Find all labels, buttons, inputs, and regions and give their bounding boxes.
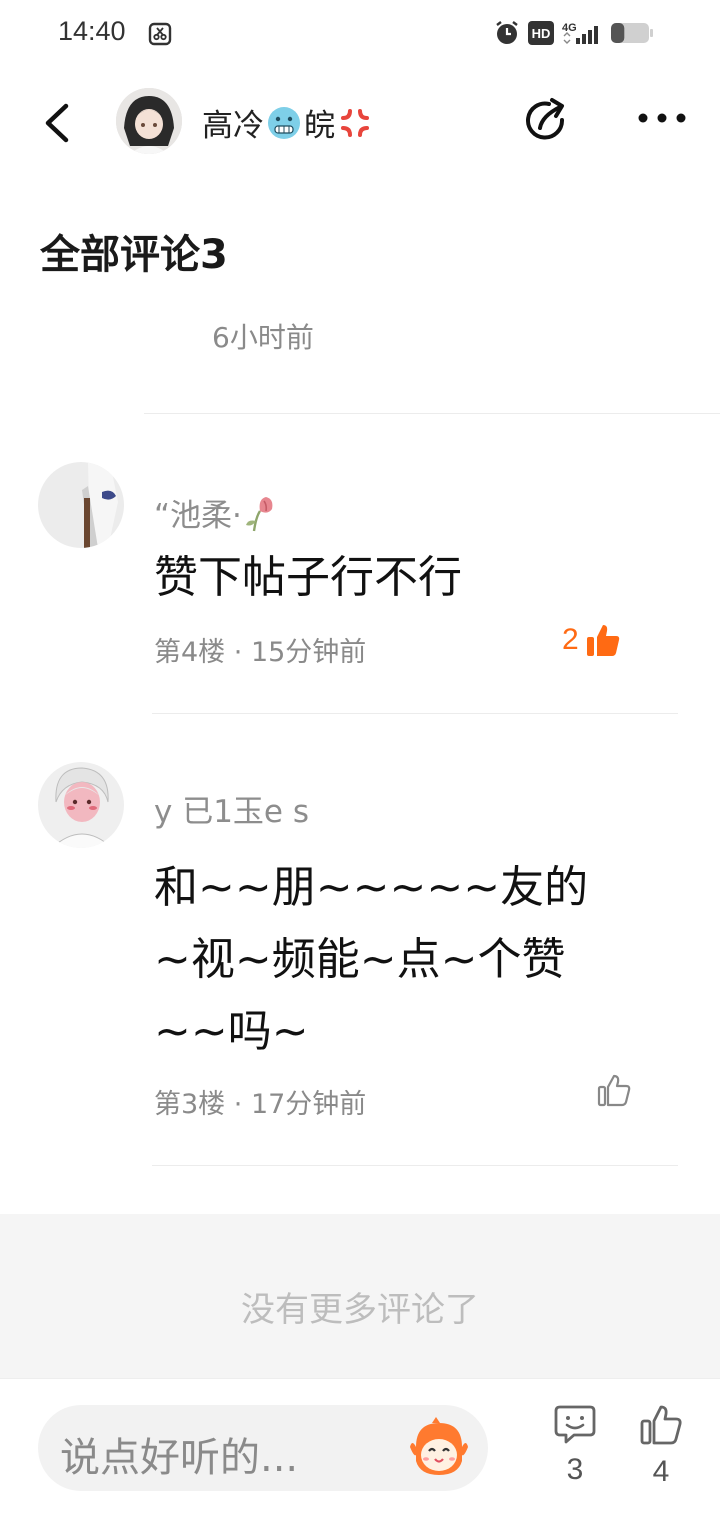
comment-like-button[interactable] <box>590 1072 632 1108</box>
comment-input-placeholder: 说点好听的... <box>60 1435 299 1481</box>
status-time: 14:40 <box>58 16 126 46</box>
wilted-flower-icon <box>245 496 273 531</box>
more-icon[interactable] <box>636 108 688 128</box>
thumbs-up-icon <box>640 1405 682 1445</box>
share-icon[interactable] <box>522 96 572 146</box>
header: 高冷 皖 <box>0 66 720 176</box>
divider <box>144 413 720 414</box>
mascot-emoji-icon[interactable] <box>408 1417 470 1479</box>
comment-item[interactable]: “池柔· 赞下帖子行不行 第4楼 · 15分钟前 2 <box>0 462 720 714</box>
status-icons: HD 4G <box>494 20 654 46</box>
no-more-comments-text: 没有更多评论了 <box>241 1290 479 1330</box>
hd-icon: HD <box>528 21 554 45</box>
comment-meta: 第4楼 · 15分钟前 <box>154 630 366 669</box>
comments-title: 全部评论3 <box>40 232 228 278</box>
bottom-bar: 说点好听的... 3 4 <box>0 1378 720 1516</box>
author-avatar[interactable] <box>116 88 182 154</box>
comment-text: 赞下帖子行不行 <box>154 552 462 603</box>
comment-item[interactable]: y 已1玉e s 和~~朋~~~~~友的~视~频能~点~个赞~~吗~ 第3楼 ·… <box>0 762 720 1166</box>
previous-comment-time: 6小时前 <box>212 321 314 354</box>
hd-label: HD <box>532 26 551 41</box>
back-icon[interactable] <box>36 98 80 148</box>
comment-floor: 第4楼 <box>154 637 226 668</box>
author-name[interactable]: 高冷 皖 <box>202 100 375 145</box>
status-bar: 14:40 HD 4G <box>0 0 720 66</box>
commenter-name[interactable]: y 已1玉e s <box>154 786 309 831</box>
commenter-avatar[interactable] <box>38 762 124 848</box>
signal-icon: 4G <box>562 22 598 44</box>
comment-like-count: 2 <box>562 623 579 656</box>
commenter-name-text: y 已1玉e s <box>154 794 309 830</box>
screenshot-icon <box>148 22 172 46</box>
comment-time: 17分钟前 <box>250 1089 367 1120</box>
alarm-icon <box>496 21 518 44</box>
author-name-part2: 皖 <box>304 108 335 144</box>
commenter-name[interactable]: “池柔· <box>154 490 278 535</box>
like-count: 4 <box>652 1455 670 1488</box>
commenter-name-text: “池柔· <box>154 498 242 534</box>
thumbs-up-icon <box>597 1074 631 1107</box>
comment-text: 和~~朋~~~~~友的~视~频能~点~个赞~~吗~ <box>154 862 589 1057</box>
comment-meta: 第3楼 · 17分钟前 <box>154 1082 366 1121</box>
comment-like-button[interactable]: 2 <box>562 622 621 658</box>
divider <box>152 1165 678 1166</box>
cold-face-emoji-icon <box>268 106 300 139</box>
meta-separator: · <box>225 1089 251 1120</box>
thumbs-up-filled-icon <box>586 625 619 656</box>
meta-separator: · <box>225 637 251 668</box>
author-name-part1: 高冷 <box>202 108 264 144</box>
comment-input[interactable]: 说点好听的... <box>38 1405 488 1491</box>
network-label: 4G <box>562 22 577 34</box>
battery-icon <box>611 23 653 43</box>
comment-floor: 第3楼 <box>154 1089 226 1120</box>
comment-icon <box>554 1405 596 1444</box>
commenter-avatar[interactable] <box>38 462 124 548</box>
anger-symbol-icon <box>341 108 369 137</box>
like-count-button[interactable]: 4 <box>631 1403 691 1489</box>
comment-count-button[interactable]: 3 <box>545 1403 605 1487</box>
comment-time: 15分钟前 <box>250 637 367 668</box>
comment-count: 3 <box>566 1453 584 1486</box>
no-more-comments-banner: 没有更多评论了 <box>0 1214 720 1378</box>
divider <box>152 713 678 714</box>
battery-fill <box>611 23 625 43</box>
